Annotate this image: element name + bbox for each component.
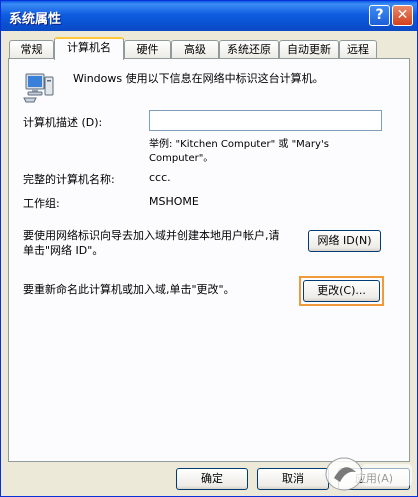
tab-general[interactable]: 常规 xyxy=(9,40,54,58)
help-button[interactable]: ? xyxy=(369,5,390,26)
tab-system-restore[interactable]: 系统还原 xyxy=(219,40,279,58)
network-id-instructions: 要使用网络标识向导去加入域并创建本地用户帐户,请单击"网络 ID"。 xyxy=(23,229,280,257)
tab-remote[interactable]: 远程 xyxy=(339,40,377,58)
ok-button[interactable]: 确定 xyxy=(176,468,248,490)
workgroup-label: 工作组: xyxy=(23,197,60,210)
window-title: 系统属性 xyxy=(9,12,62,27)
full-computer-name-label: 完整的计算机名称: xyxy=(23,173,115,186)
title-bar[interactable]: 系统属性 ? ✕ xyxy=(1,1,417,31)
tab-hardware[interactable]: 硬件 xyxy=(124,40,171,58)
computer-description-label: 计算机描述 (D): xyxy=(23,116,103,129)
description-example: 举例: "Kitchen Computer" 或 "Mary's Compute… xyxy=(149,139,329,164)
tab-computer-name[interactable]: 计算机名 xyxy=(54,37,124,60)
watermark-logo xyxy=(325,457,412,491)
network-id-button[interactable]: 网络 ID(N) xyxy=(308,230,381,252)
workgroup-value: MSHOME xyxy=(149,195,199,208)
system-properties-window: 系统属性 ? ✕ 常规 计算机名 硬件 高级 系统还原 自动更新 远程 Wind… xyxy=(0,0,418,497)
rename-instructions: 要重新命名此计算机或加入域,单击"更改"。 xyxy=(23,283,235,296)
intro-text: Windows 使用以下信息在网络中标识这台计算机。 xyxy=(73,72,324,85)
full-computer-name-value: ccc. xyxy=(149,171,171,184)
change-button[interactable]: 更改(C)... xyxy=(303,280,380,302)
computer-description-input[interactable] xyxy=(149,110,382,131)
close-button[interactable]: ✕ xyxy=(392,5,413,26)
computer-icon xyxy=(23,73,54,103)
tab-automatic-updates[interactable]: 自动更新 xyxy=(279,40,339,58)
tab-advanced[interactable]: 高级 xyxy=(171,40,219,58)
